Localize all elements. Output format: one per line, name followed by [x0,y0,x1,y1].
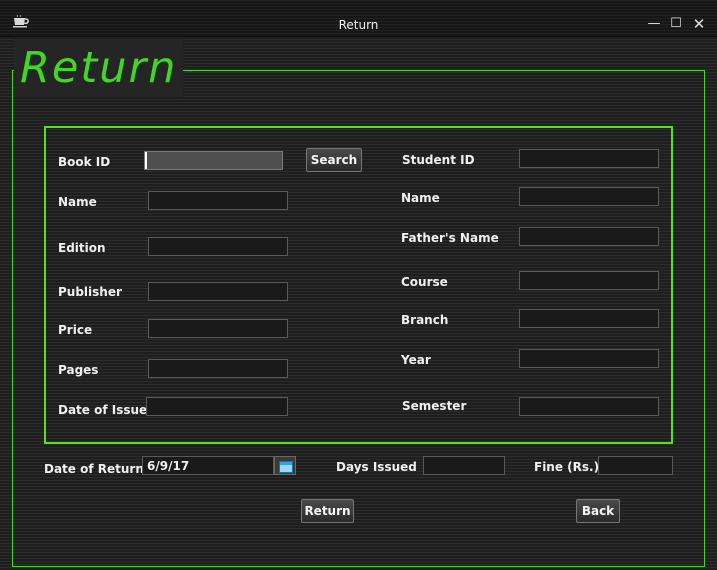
days-issued-field[interactable] [423,456,505,475]
course-field[interactable] [519,271,659,290]
semester-label: Semester [402,399,467,413]
date-of-issue-field[interactable] [146,397,288,416]
fine-field[interactable] [598,456,673,475]
book-id-label: Book ID [58,155,111,169]
price-label: Price [58,323,93,337]
student-id-label: Student ID [402,153,475,167]
year-label: Year [401,353,431,367]
days-issued-label: Days Issued [336,460,417,474]
branch-field[interactable] [519,309,659,328]
date-of-return-field[interactable] [142,456,274,475]
title-bar: Return — ☐ ✕ [0,0,717,37]
student-name-field[interactable] [519,187,659,206]
fine-label: Fine (Rs.) [534,460,600,474]
edition-label: Edition [58,241,106,255]
date-of-issue-label: Date of Issue [58,403,148,417]
page-title: Return [14,39,184,97]
close-button[interactable]: ✕ [690,16,708,32]
date-picker-button[interactable] [274,456,296,475]
calendar-icon [279,461,293,473]
semester-field[interactable] [519,397,659,416]
book-name-label: Name [58,195,97,209]
search-button[interactable]: Search [306,148,362,172]
edition-field[interactable] [148,237,288,256]
back-button[interactable]: Back [576,499,620,523]
course-label: Course [401,275,448,289]
year-field[interactable] [519,349,659,368]
date-of-return-label: Date of Return [44,462,144,476]
price-field[interactable] [148,319,288,338]
student-id-field[interactable] [519,149,659,168]
pages-label: Pages [58,363,99,377]
publisher-label: Publisher [58,285,122,299]
publisher-field[interactable] [148,282,288,301]
return-button[interactable]: Return [301,499,354,523]
student-name-label: Name [401,191,440,205]
fathers-name-label: Father's Name [401,231,499,245]
window-title: Return [338,18,379,32]
branch-label: Branch [401,313,449,327]
pages-field[interactable] [148,359,288,378]
fathers-name-field[interactable] [519,227,659,246]
book-name-field[interactable] [148,191,288,210]
maximize-button[interactable]: ☐ [667,16,685,32]
book-id-input[interactable] [144,151,283,170]
minimize-button[interactable]: — [645,16,663,32]
